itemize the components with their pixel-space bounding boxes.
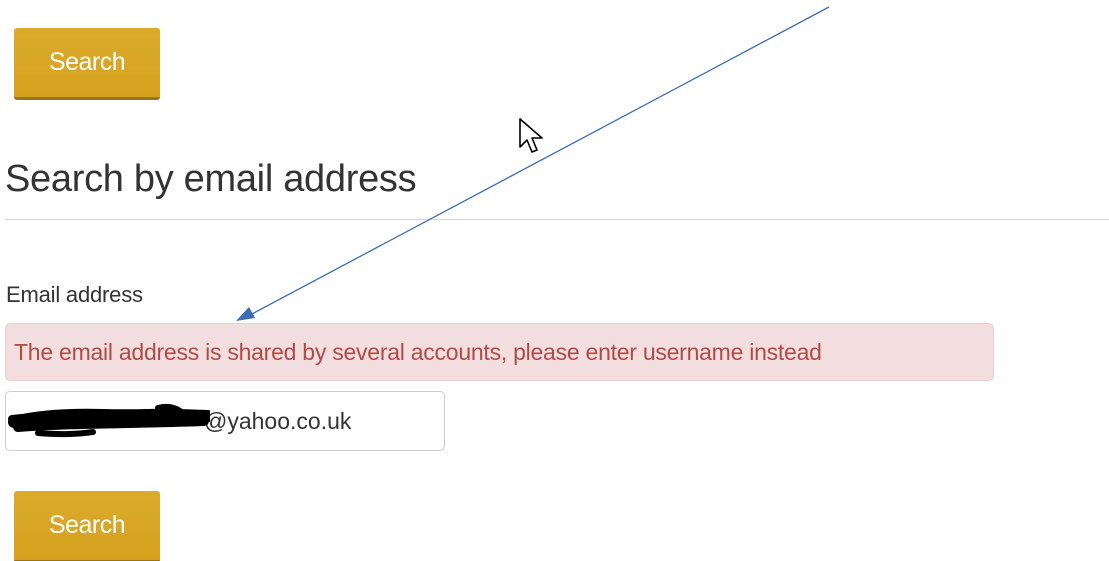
- search-button-bottom[interactable]: Search: [14, 491, 160, 561]
- arrow-annotation-icon: [236, 6, 830, 321]
- search-button-top[interactable]: Search: [14, 28, 160, 100]
- divider: [5, 219, 1109, 220]
- email-field[interactable]: [6, 392, 444, 450]
- error-message: The email address is shared by several a…: [14, 339, 822, 365]
- email-field-container: [5, 391, 445, 451]
- mouse-pointer-icon: [519, 118, 543, 153]
- email-address-label: Email address: [6, 282, 143, 307]
- section-heading: Search by email address: [5, 158, 417, 200]
- page: Search Search by email address Email add…: [0, 0, 1109, 561]
- error-alert: The email address is shared by several a…: [5, 323, 994, 381]
